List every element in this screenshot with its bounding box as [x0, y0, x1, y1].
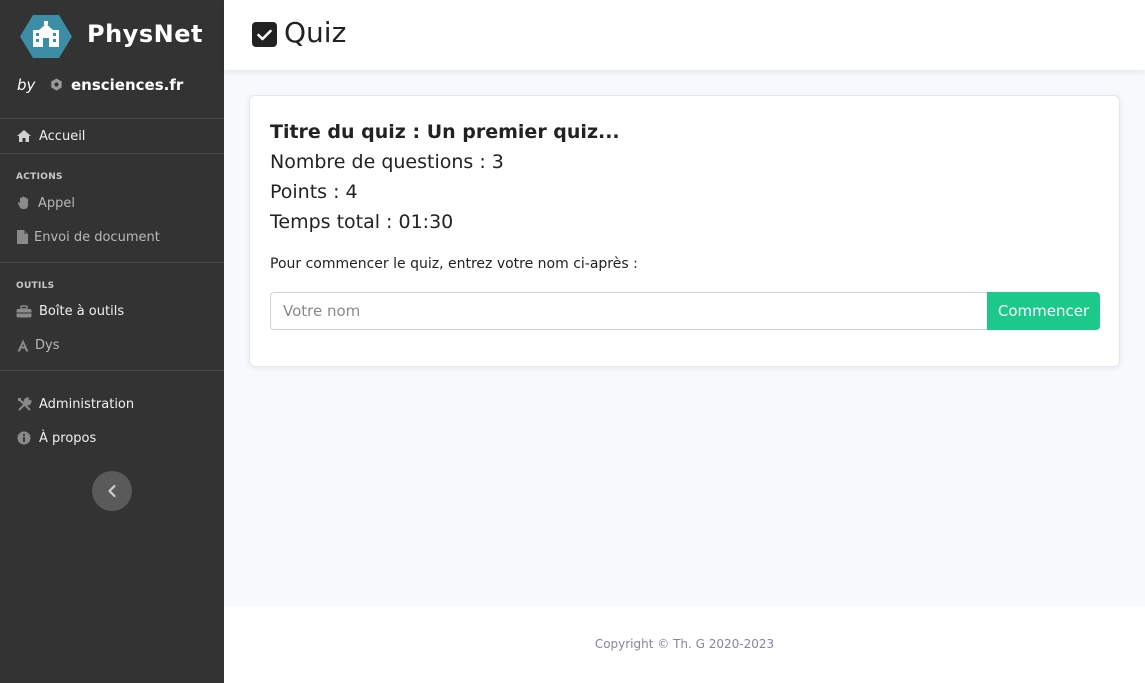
sidebar: PhysNet by ensciences.fr Accueil ACTIONS… [0, 0, 224, 683]
footer: Copyright © Th. G 2020-2023 [224, 606, 1145, 683]
sidebar-divider [0, 370, 224, 371]
brand-name: PhysNet [87, 20, 203, 48]
copyright-text: Copyright © Th. G 2020-2023 [594, 637, 775, 651]
topbar: Quiz [224, 0, 1145, 70]
page-title: Quiz [284, 16, 347, 49]
start-prompt: Pour commencer le quiz, entrez votre nom… [270, 256, 638, 272]
sidebar-item-label: Dys [35, 337, 60, 353]
sidebar-item-label: À propos [39, 430, 97, 446]
sidebar-item-label: Envoi de document [34, 229, 160, 245]
sidebar-item-boite-outils[interactable]: Boîte à outils [16, 300, 124, 322]
quiz-total-time: Temps total : 01:30 [270, 211, 454, 233]
sidebar-item-label: Administration [39, 396, 135, 412]
section-heading-actions: ACTIONS [16, 172, 63, 182]
sidebar-toggle-button[interactable] [92, 471, 132, 511]
sidebar-divider [0, 118, 224, 119]
hand-icon [16, 196, 32, 210]
by-label: by [17, 76, 36, 94]
quiz-card: Titre du quiz : Un premier quiz... Nombr… [249, 95, 1120, 367]
sidebar-item-envoi-document[interactable]: Envoi de document [16, 226, 160, 248]
file-icon [16, 230, 28, 244]
school-logo-icon [20, 15, 72, 58]
font-icon [16, 338, 29, 352]
name-input[interactable] [270, 292, 988, 330]
sidebar-divider [0, 262, 224, 263]
byline[interactable]: by ensciences.fr [17, 76, 183, 94]
sidebar-item-dys[interactable]: Dys [16, 334, 59, 356]
sidebar-item-a-propos[interactable]: À propos [16, 427, 96, 449]
sidebar-divider [0, 153, 224, 154]
sidebar-item-administration[interactable]: Administration [16, 393, 134, 415]
info-icon [16, 431, 32, 445]
section-heading-outils: OUTILS [16, 281, 55, 291]
sidebar-item-label: Boîte à outils [39, 303, 125, 319]
chevron-left-icon [108, 484, 116, 498]
sidebar-item-accueil[interactable]: Accueil [16, 125, 85, 147]
quiz-points: Points : 4 [270, 181, 358, 203]
sidebar-item-appel[interactable]: Appel [16, 192, 75, 214]
quiz-title: Titre du quiz : Un premier quiz... [270, 121, 620, 143]
tools-icon [16, 397, 32, 411]
home-icon [16, 129, 32, 143]
atom-icon [51, 78, 62, 91]
sidebar-item-label: Appel [38, 195, 76, 211]
site-name: ensciences.fr [70, 76, 184, 94]
start-quiz-button[interactable]: Commencer [987, 292, 1100, 330]
toolbox-icon [16, 304, 32, 318]
check-square-icon [252, 22, 277, 47]
sidebar-item-label: Accueil [39, 128, 86, 144]
brand[interactable]: PhysNet [0, 0, 224, 70]
quiz-question-count: Nombre de questions : 3 [270, 151, 504, 173]
